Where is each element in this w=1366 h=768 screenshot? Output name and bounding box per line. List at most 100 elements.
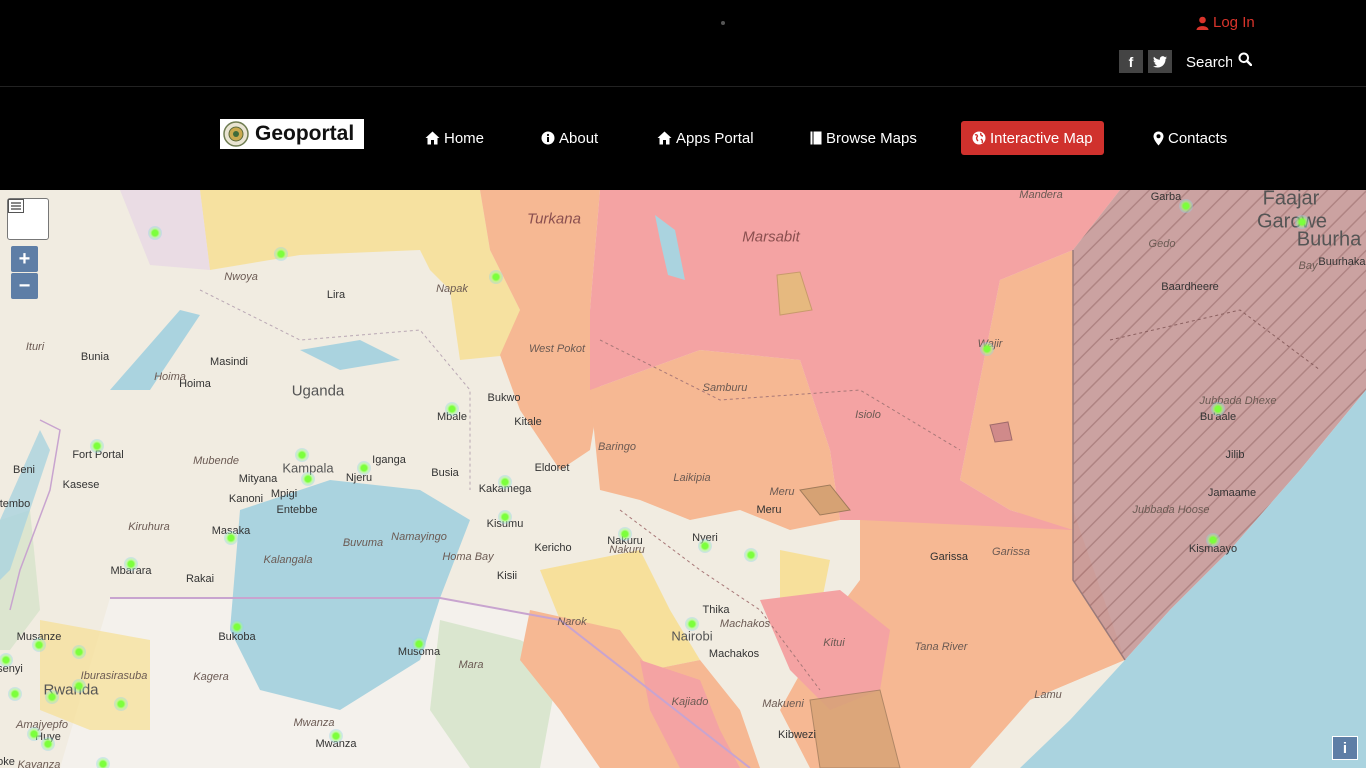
map-label: Bunia — [80, 351, 110, 363]
nav-browse-maps[interactable]: Browse Maps — [810, 121, 917, 155]
loading-dot — [721, 21, 725, 25]
logo-text: Geoportal — [255, 122, 355, 145]
hotspot-marker[interactable] — [301, 472, 315, 486]
hotspot-marker[interactable] — [114, 697, 128, 711]
book-icon — [810, 131, 822, 145]
map-label: Kanoni — [228, 493, 264, 505]
site-logo[interactable]: Geoportal — [220, 119, 364, 149]
layers-toggle-button[interactable] — [7, 198, 49, 240]
map-label: Narok — [557, 616, 587, 628]
nav-interactive-map-label: Interactive Map — [990, 129, 1093, 147]
map-label: Lira — [326, 289, 346, 301]
map-label: Ituri — [25, 341, 45, 353]
hotspot-marker[interactable] — [980, 342, 994, 356]
map-label: Iburasirasuba — [80, 670, 148, 682]
hotspot-marker[interactable] — [148, 226, 162, 240]
nav-browse-maps-label: Browse Maps — [826, 129, 917, 147]
hotspot-marker[interactable] — [498, 475, 512, 489]
zoom-out-button[interactable]: − — [11, 273, 38, 299]
nav-about[interactable]: About — [541, 121, 598, 155]
twitter-button[interactable] — [1148, 50, 1172, 73]
map-label: Kayanza — [17, 759, 61, 768]
search-input[interactable] — [1182, 50, 1236, 74]
map-label: Jubbada Hoose — [1132, 504, 1210, 516]
hotspot-marker[interactable] — [1211, 402, 1225, 416]
map-label: Rakai — [185, 573, 215, 585]
hotspot-marker[interactable] — [685, 617, 699, 631]
user-icon — [1196, 16, 1209, 30]
hotspot-marker[interactable] — [498, 510, 512, 524]
map-label: Buurha — [1296, 228, 1362, 251]
map-label: Kasese — [62, 479, 100, 491]
map-label: Jilib — [1225, 449, 1245, 461]
map-label: Iganga — [372, 454, 406, 466]
hotspot-marker[interactable] — [445, 402, 459, 416]
map-label: Mandera — [1019, 190, 1063, 201]
hotspot-marker[interactable] — [224, 531, 238, 545]
map-label: Tana River — [914, 641, 968, 653]
hotspot-marker[interactable] — [744, 548, 758, 562]
map-label: Laikipia — [673, 472, 711, 484]
facebook-button[interactable]: f — [1119, 50, 1143, 73]
map-label: Homa Bay — [442, 551, 494, 563]
login-link[interactable]: Log In — [1196, 14, 1255, 31]
map-label: Machakos — [719, 618, 771, 630]
map-label: Garba — [1150, 191, 1182, 203]
hotspot-marker[interactable] — [295, 448, 309, 462]
search-button[interactable] — [1238, 52, 1256, 72]
map-label: Garissa — [930, 551, 968, 563]
map-label: Marsabit — [742, 228, 800, 246]
main-navbar: Geoportal Home About Apps Portal Browse … — [0, 87, 1366, 190]
zoom-in-button[interactable]: + — [11, 246, 38, 272]
hotspot-marker[interactable] — [274, 247, 288, 261]
hotspot-marker[interactable] — [72, 645, 86, 659]
hotspot-marker[interactable] — [41, 737, 55, 751]
hotspot-marker[interactable] — [96, 757, 110, 768]
hotspot-marker[interactable] — [8, 687, 22, 701]
hotspot-marker[interactable] — [72, 679, 86, 693]
map-label: Meru — [769, 486, 795, 498]
hotspot-marker[interactable] — [1206, 533, 1220, 547]
hotspot-marker[interactable] — [489, 270, 503, 284]
hotspot-marker[interactable] — [698, 539, 712, 553]
nav-contacts[interactable]: Contacts — [1153, 121, 1227, 155]
nav-interactive-map[interactable]: Interactive Map — [961, 121, 1104, 155]
nav-home[interactable]: Home — [425, 121, 484, 155]
hotspot-marker[interactable] — [230, 620, 244, 634]
top-bar: Log In f — [0, 0, 1366, 87]
hotspot-marker[interactable] — [90, 439, 104, 453]
map-label: Kalangala — [263, 554, 313, 566]
hotspot-marker[interactable] — [412, 637, 426, 651]
map-label: Isiolo — [855, 409, 881, 421]
layers-list-icon — [8, 199, 24, 213]
map-label: Faajar — [1262, 190, 1320, 210]
hotspot-marker[interactable] — [1179, 199, 1193, 213]
interactive-map[interactable]: Turkana Marsabit Mandera Garba Faajar Ga… — [0, 190, 1366, 768]
search-icon — [1238, 52, 1253, 67]
map-label: Masindi — [210, 356, 248, 368]
hotspot-marker[interactable] — [27, 727, 41, 741]
map-label: Mara — [458, 659, 484, 671]
map-label: Kisii — [496, 570, 518, 582]
login-label: Log In — [1213, 14, 1255, 31]
map-label: Gedo — [1148, 238, 1176, 250]
twitter-icon — [1153, 55, 1167, 68]
map-info-button[interactable]: i — [1332, 736, 1358, 760]
hotspot-marker[interactable] — [32, 638, 46, 652]
hotspot-marker[interactable] — [124, 557, 138, 571]
hotspot-marker[interactable] — [45, 690, 59, 704]
hotspot-marker[interactable] — [329, 729, 343, 743]
map-label: Beni — [12, 464, 36, 476]
map-label: tembo — [0, 498, 31, 510]
map-label: Kibwezi — [778, 729, 816, 741]
map-label: Meru — [756, 504, 782, 516]
map-label: Uganda — [291, 382, 345, 400]
hotspot-marker[interactable] — [357, 461, 371, 475]
hotspot-marker[interactable] — [1295, 215, 1309, 229]
nav-apps-portal[interactable]: Apps Portal — [657, 121, 754, 155]
map-label: Samburu — [702, 382, 748, 394]
map-label: Jamaame — [1207, 487, 1257, 499]
map-label: Mpigi — [270, 488, 298, 500]
hotspot-marker[interactable] — [618, 527, 632, 541]
map-label: Makueni — [762, 698, 804, 710]
